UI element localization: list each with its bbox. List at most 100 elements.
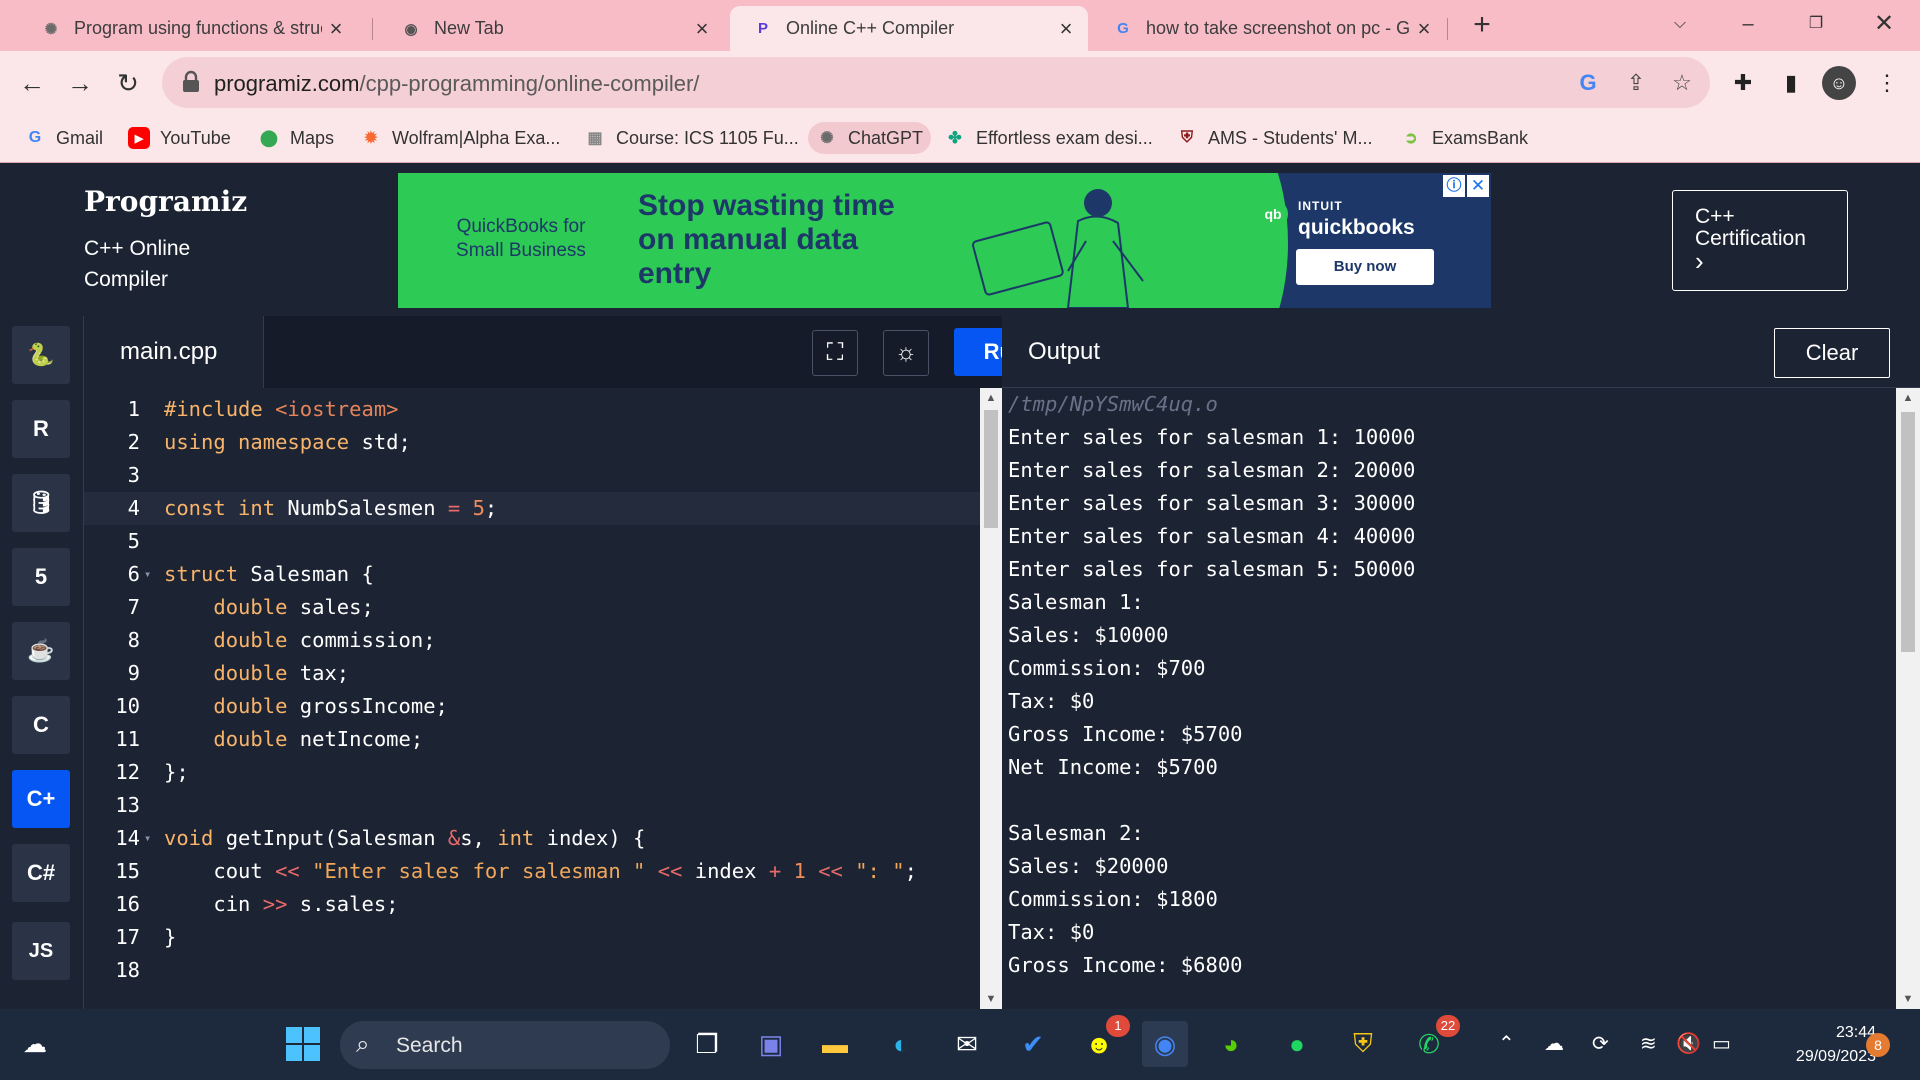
code-line[interactable]: 5 <box>84 525 980 558</box>
js-lang-icon[interactable]: JS <box>12 922 70 980</box>
code-line[interactable]: 2 using namespace std; <box>84 426 980 459</box>
code-line[interactable]: 16 cin >> s.sales; <box>84 888 980 921</box>
mail-app-icon[interactable]: ✉ <box>944 1021 990 1067</box>
ad-buy-now-button[interactable]: Buy now <box>1296 249 1434 285</box>
sql-lang-icon[interactable]: 🛢 <box>12 474 70 532</box>
fullscreen-button[interactable]: ⛶ <box>812 330 858 376</box>
code-line[interactable]: 6 ▾ struct Salesman { <box>84 558 980 591</box>
close-tab-icon[interactable]: × <box>322 16 350 42</box>
code-line[interactable]: 7 double sales; <box>84 591 980 624</box>
side-panel-icon[interactable]: ▮ <box>1774 66 1808 100</box>
bookmark-ams[interactable]: ⛨ AMS - Students' M... <box>1168 122 1381 154</box>
ad-info-icon[interactable]: ⓘ <box>1443 175 1465 197</box>
code-line[interactable]: 4 const int NumbSalesmen = 5; <box>84 492 980 525</box>
notification-count-badge[interactable]: 8 <box>1866 1033 1890 1057</box>
ad-close-icon[interactable]: ✕ <box>1467 175 1489 197</box>
back-icon[interactable]: ← <box>12 63 52 103</box>
code-line[interactable]: 14 ▾ void getInput(Salesman &s, int index)… <box>84 822 980 855</box>
wifi-icon[interactable]: ≋ <box>1640 1031 1657 1056</box>
code-line[interactable]: 13 <box>84 789 980 822</box>
editor-scroll-thumb[interactable] <box>984 410 998 528</box>
editor-scrollbar[interactable]: ▲ ▼ <box>980 388 1002 1009</box>
bookmark-star-icon[interactable]: ☆ <box>1666 67 1698 99</box>
teams-icon[interactable]: ▣ <box>748 1021 794 1067</box>
scroll-down-icon[interactable]: ▼ <box>980 993 1002 1005</box>
menu-kebab-icon[interactable]: ⋮ <box>1870 66 1904 100</box>
close-tab-icon[interactable]: × <box>688 16 716 42</box>
output-scrollbar[interactable]: ▲ ▼ <box>1896 388 1920 1009</box>
cpp-certification-button[interactable]: C++ Certification › <box>1672 190 1848 291</box>
clear-button[interactable]: Clear <box>1774 328 1890 378</box>
code-line[interactable]: 1 #include <iostream> <box>84 393 980 426</box>
bookmark-examsbank[interactable]: ➲ ExamsBank <box>1392 122 1536 154</box>
extensions-icon[interactable]: ✚ <box>1726 66 1760 100</box>
close-window-icon[interactable]: ✕ <box>1864 6 1904 42</box>
volume-muted-icon[interactable]: 🔇 <box>1676 1031 1701 1056</box>
google-lens-icon[interactable]: G <box>1572 67 1604 99</box>
chrome-taskbar-icon[interactable]: ◉ <box>1142 1021 1188 1067</box>
r-lang-icon[interactable]: R <box>12 400 70 458</box>
new-tab-button[interactable]: + <box>1465 8 1499 42</box>
bookmark-exam-design[interactable]: ✤ Effortless exam desi... <box>936 122 1161 154</box>
tab-search-chevron-icon[interactable]: ⌵ <box>1660 6 1700 42</box>
minimize-icon[interactable]: – <box>1728 6 1768 42</box>
close-tab-icon[interactable]: × <box>1052 16 1080 42</box>
profile-avatar[interactable]: ☺ <box>1822 66 1856 100</box>
c-lang-icon[interactable]: C <box>12 696 70 754</box>
bookmark-youtube[interactable]: ▶ YouTube <box>120 122 239 154</box>
windows-start-icon[interactable] <box>280 1021 326 1067</box>
fold-arrow-icon[interactable]: ▾ <box>144 822 151 855</box>
output-scroll-thumb[interactable] <box>1901 412 1915 652</box>
weather-widget-icon[interactable]: ☁ <box>12 1021 58 1067</box>
taskbar-search-box[interactable]: ⌕ Search <box>340 1021 670 1069</box>
java-lang-icon[interactable]: ☕ <box>12 622 70 680</box>
code-line[interactable]: 11 double netIncome; <box>84 723 980 756</box>
whatsapp-icon[interactable]: ✆ 22 <box>1406 1015 1460 1067</box>
code-line[interactable]: 17} <box>84 921 980 954</box>
csharp-lang-icon[interactable]: C# <box>12 844 70 902</box>
output-console[interactable]: /tmp/NpYSmwC4uq.o Enter sales for salesma… <box>1002 388 1896 1009</box>
code-line[interactable]: 18 <box>84 954 980 987</box>
code-line[interactable]: 12}; <box>84 756 980 789</box>
tab-new-tab[interactable]: ◉ New Tab × <box>378 6 724 51</box>
sync-icon[interactable]: ⟳ <box>1592 1031 1609 1056</box>
duolingo-icon[interactable]: ◕ <box>1208 1021 1254 1067</box>
bookmark-wolfram[interactable]: ✹ Wolfram|Alpha Exa... <box>352 122 568 154</box>
theme-toggle-button[interactable]: ☼ <box>883 330 929 376</box>
security-shield-icon[interactable]: ⛨ <box>1340 1021 1386 1067</box>
forward-icon[interactable]: → <box>60 63 100 103</box>
tab-screenshot-search[interactable]: G how to take screenshot on pc - G × <box>1090 6 1446 51</box>
file-tab-main-cpp[interactable]: main.cpp <box>84 316 264 388</box>
fold-arrow-icon[interactable]: ▾ <box>144 558 151 591</box>
todo-icon[interactable]: ✔ <box>1010 1021 1056 1067</box>
system-clock[interactable]: 23:44 29/09/2023 <box>1756 1021 1876 1069</box>
restore-icon[interactable]: ❐ <box>1796 6 1836 42</box>
code-line[interactable]: 9 double tax; <box>84 657 980 690</box>
tab-online-cpp-compiler[interactable]: P Online C++ Compiler × <box>730 6 1088 51</box>
code-line[interactable]: 8 double commission; <box>84 624 980 657</box>
reload-icon[interactable]: ↻ <box>108 63 148 103</box>
file-explorer-icon[interactable]: ▬ <box>812 1021 858 1067</box>
bookmark-chatgpt[interactable]: ✺ ChatGPT <box>808 122 932 154</box>
address-bar[interactable]: programiz.com/cpp-programming/online-com… <box>162 57 1710 108</box>
python-lang-icon[interactable]: 🐍 <box>12 326 70 384</box>
tab-program-functions[interactable]: ✺ Program using functions & struc × <box>18 6 358 51</box>
code-line[interactable]: 15 cout << "Enter sales for salesman " <… <box>84 855 980 888</box>
code-area[interactable]: 1 #include <iostream> 2 using namespace std… <box>84 388 980 1009</box>
scroll-up-icon[interactable]: ▲ <box>980 392 1002 404</box>
chevron-up-icon[interactable]: ⌃ <box>1498 1031 1515 1056</box>
edge-icon[interactable]: ◐ <box>878 1021 924 1067</box>
advertisement-banner[interactable]: QuickBooks for Small Business Stop wasti… <box>398 173 1491 308</box>
cpp-lang-icon[interactable]: C+ <box>12 770 70 828</box>
html-lang-icon[interactable]: 5 <box>12 548 70 606</box>
bookmark-course[interactable]: ▦ Course: ICS 1105 Fu... <box>576 122 807 154</box>
spotify-icon[interactable]: ● <box>1274 1021 1320 1067</box>
snapchat-icon[interactable]: ☻ 1 <box>1076 1015 1130 1067</box>
battery-icon[interactable]: ▭ <box>1712 1031 1731 1056</box>
onedrive-icon[interactable]: ☁ <box>1544 1031 1564 1056</box>
bookmark-maps[interactable]: ⬤ Maps <box>250 122 342 154</box>
task-view-icon[interactable]: ❐ <box>684 1021 730 1067</box>
scroll-up-icon[interactable]: ▲ <box>1896 392 1920 404</box>
code-line[interactable]: 3 <box>84 459 980 492</box>
scroll-down-icon[interactable]: ▼ <box>1896 993 1920 1005</box>
